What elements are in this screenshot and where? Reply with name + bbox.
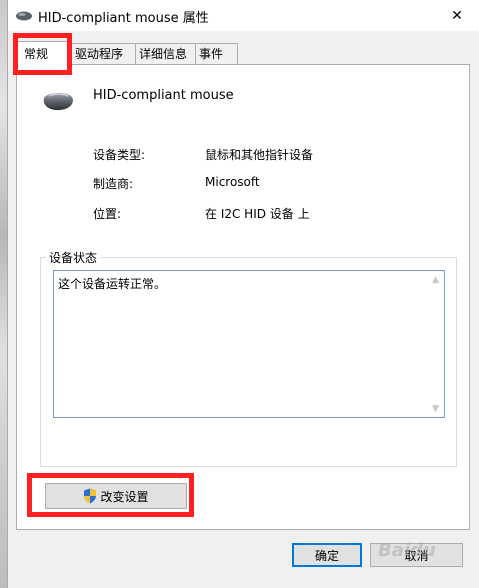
device-name: HID-compliant mouse: [93, 88, 234, 103]
mouse-icon: [43, 92, 73, 111]
window-title: HID-compliant mouse 属性: [38, 11, 209, 26]
scroll-down-icon[interactable]: ▼: [427, 400, 444, 417]
tab-events[interactable]: 事件: [195, 43, 238, 65]
manufacturer-label: 制造商:: [93, 177, 134, 191]
close-icon: ✕: [451, 7, 463, 24]
tab-general[interactable]: 常规: [16, 41, 72, 67]
location-value: 在 I2C HID 设备 上: [205, 207, 310, 221]
title-bar: HID-compliant mouse 属性 ✕: [8, 0, 479, 31]
uac-shield-icon: [84, 488, 97, 504]
device-status-text: 这个设备运转正常。: [58, 277, 167, 291]
device-type-value: 鼠标和其他指针设备: [205, 148, 314, 162]
properties-dialog: HID-compliant mouse 属性 ✕ 常规 驱动程序 详细信息 事件: [7, 0, 479, 588]
cancel-button[interactable]: 取消: [370, 543, 463, 567]
device-status-textbox[interactable]: 这个设备运转正常。 ▲ ▼: [53, 270, 445, 418]
status-scrollbar[interactable]: ▲ ▼: [427, 271, 444, 417]
scroll-up-icon[interactable]: ▲: [427, 271, 444, 288]
device-type-label: 设备类型:: [93, 148, 146, 162]
tab-driver[interactable]: 驱动程序: [71, 43, 136, 65]
change-settings-button[interactable]: 改变设置: [45, 483, 187, 509]
close-button[interactable]: ✕: [434, 0, 479, 31]
device-status-legend: 设备状态: [46, 249, 101, 266]
manufacturer-value: Microsoft: [205, 175, 260, 189]
location-label: 位置:: [93, 207, 122, 221]
general-tab-panel: HID-compliant mouse 设备类型: 鼠标和其他指针设备 制造商:…: [16, 64, 470, 530]
background-strip: [0, 0, 7, 588]
tab-details[interactable]: 详细信息: [135, 43, 196, 65]
ok-button[interactable]: 确定: [292, 543, 362, 567]
mouse-icon: [16, 11, 32, 21]
